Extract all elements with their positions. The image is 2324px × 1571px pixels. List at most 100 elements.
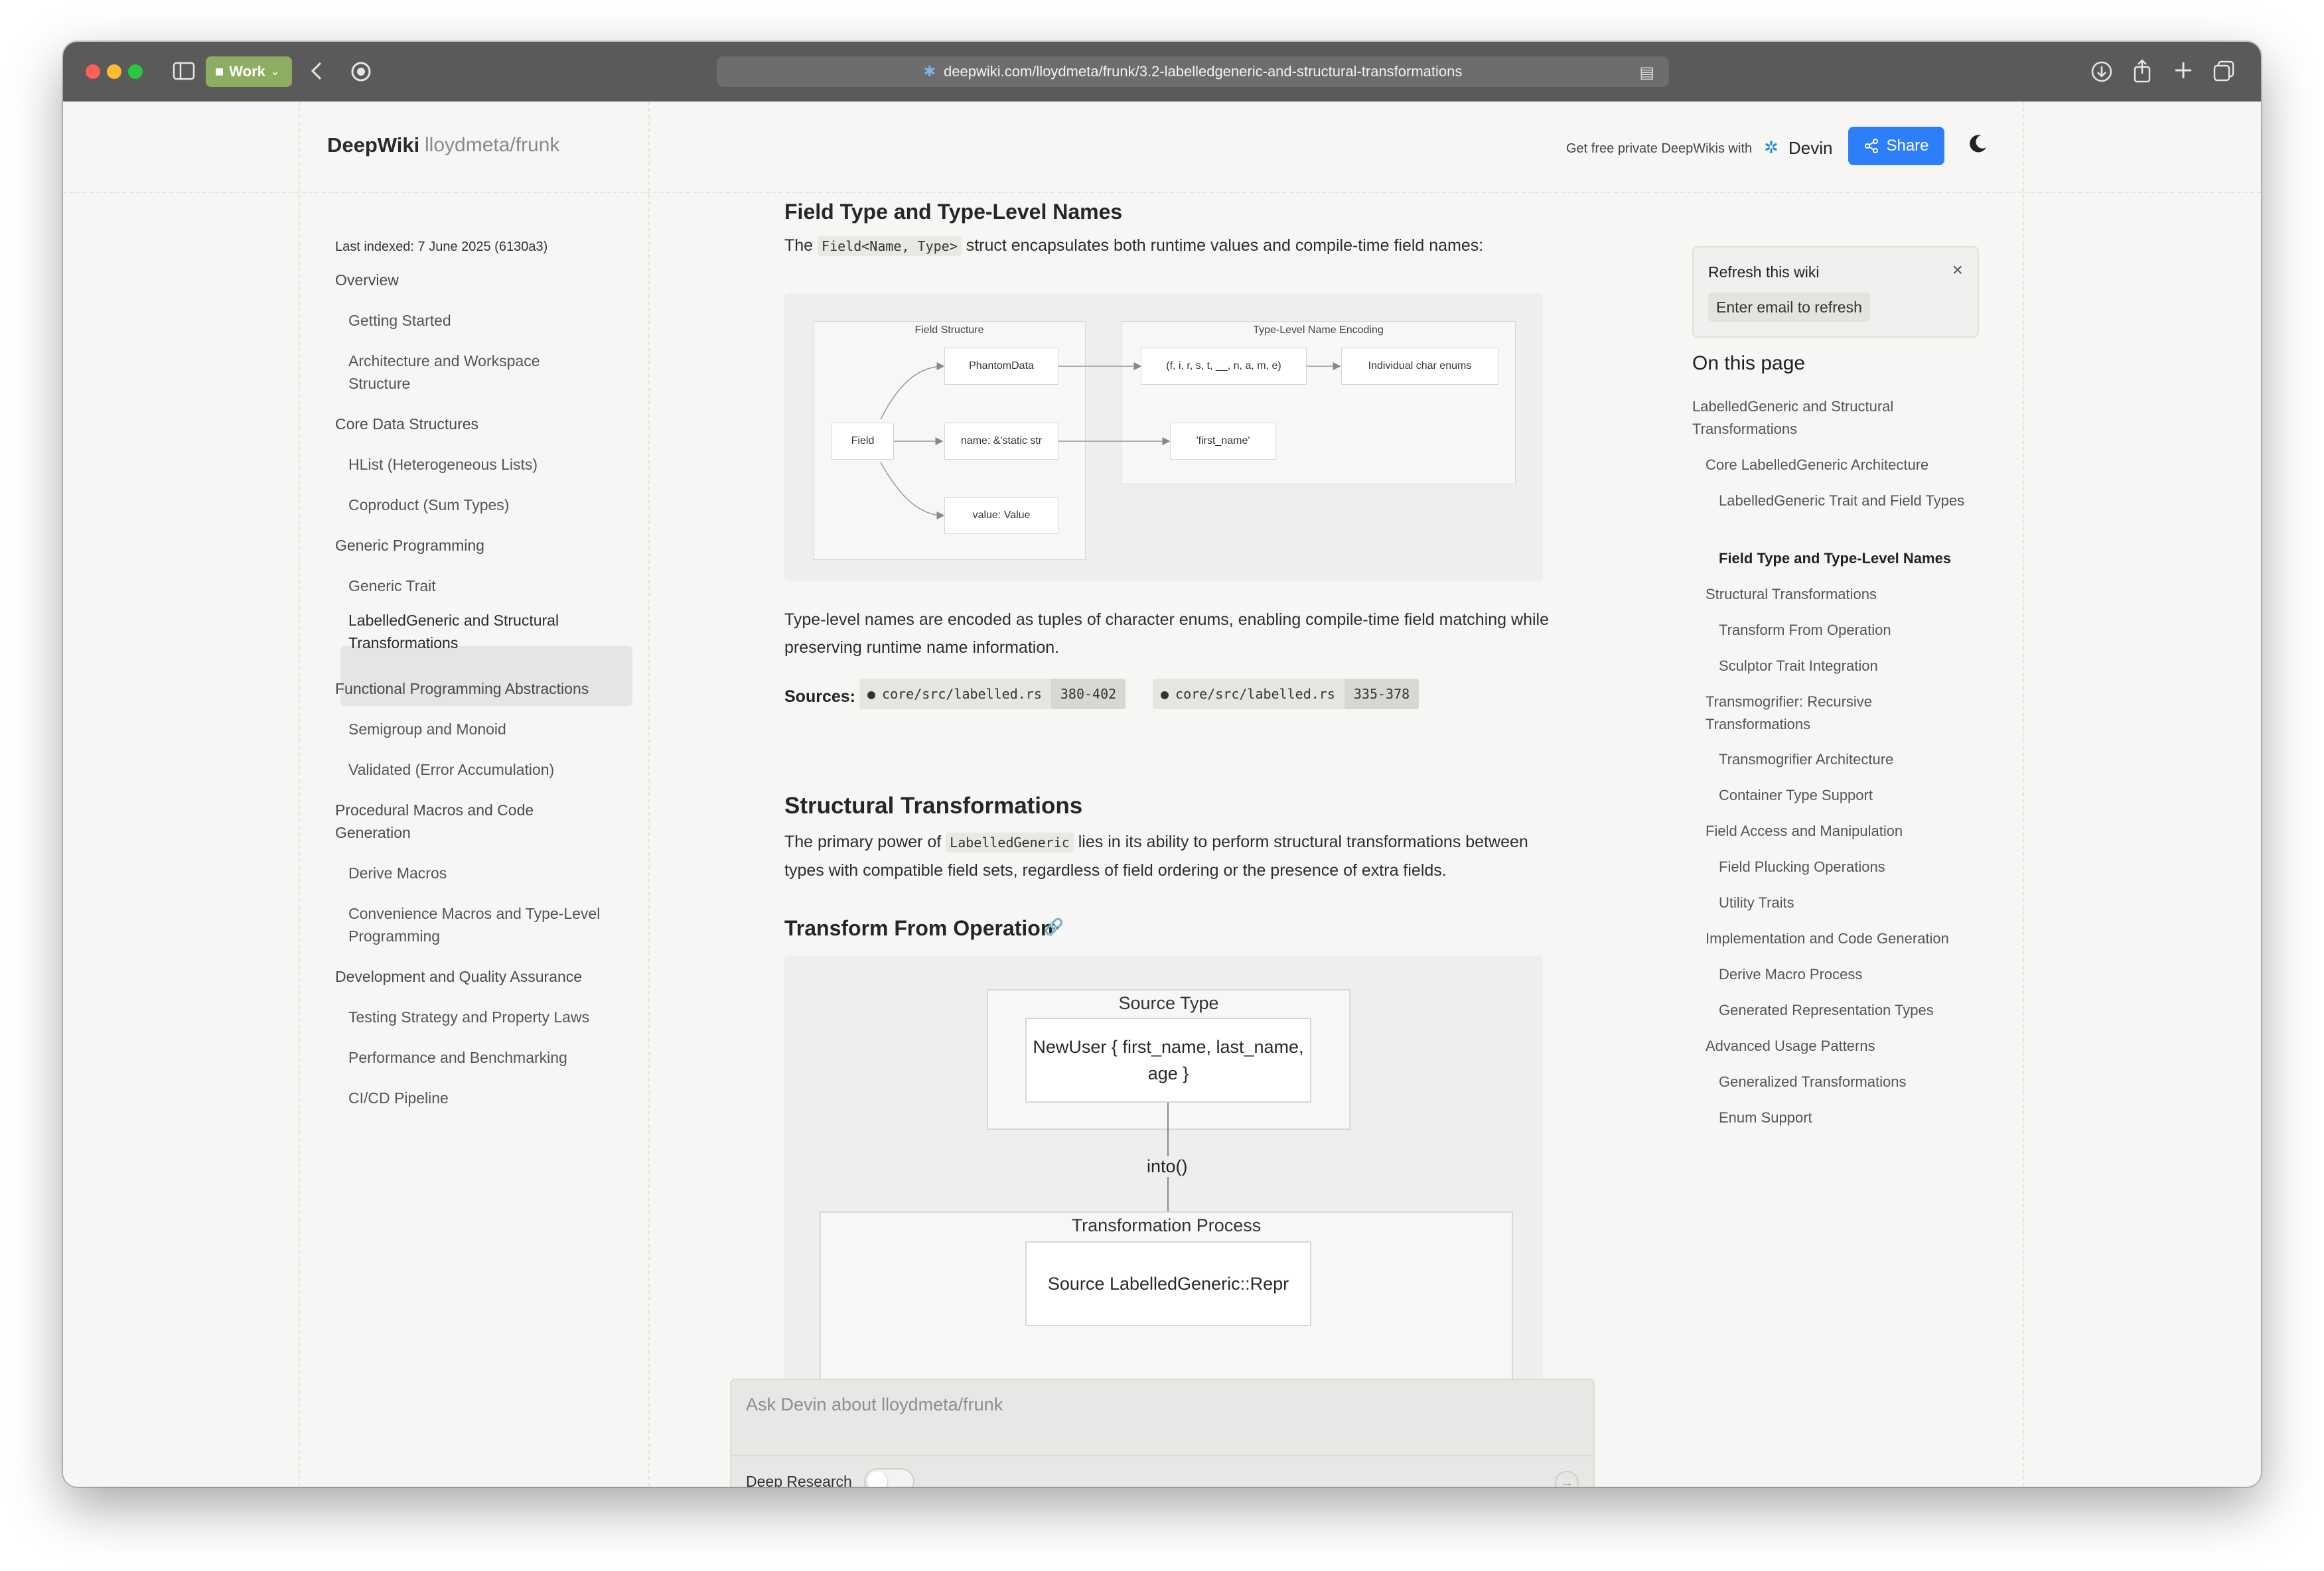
toc-item[interactable]: Transmogrifier: Recursive Transformation… <box>1706 691 1958 736</box>
node-char-tuple: (f, i, r, s, t, __, n, a, m, e) <box>1141 348 1307 385</box>
share-page-icon[interactable] <box>2132 59 2152 87</box>
toc-item[interactable]: Field Plucking Operations <box>1719 856 1885 878</box>
close-icon[interactable]: × <box>1952 259 1963 281</box>
type-level-names-paragraph: Type-level names are encoded as tuples o… <box>784 610 1549 657</box>
close-window-button[interactable] <box>86 64 100 79</box>
sidebar-item-performance[interactable]: Performance and Benchmarking <box>348 1046 567 1069</box>
toc-item[interactable]: Advanced Usage Patterns <box>1706 1035 1875 1058</box>
node-value: value: Value <box>944 497 1058 534</box>
toc-item[interactable]: Field Access and Manipulation <box>1706 820 1903 843</box>
zoom-window-button[interactable] <box>128 64 143 79</box>
layout-guide-mid <box>648 102 650 1487</box>
toc-item[interactable]: Enum Support <box>1719 1107 1812 1129</box>
toc-item[interactable]: Generalized Transformations <box>1719 1071 1906 1093</box>
last-indexed: Last indexed: 7 June 2025 (6130a3) <box>335 239 548 254</box>
repo-name[interactable]: lloydmeta/frunk <box>425 134 559 157</box>
sidebar-item-generic-trait[interactable]: Generic Trait <box>348 575 436 597</box>
share-label: Share <box>1886 137 1929 155</box>
section-heading-structural: Structural Transformations <box>784 793 1083 819</box>
share-button[interactable]: Share <box>1848 127 1944 165</box>
field-type-code: Field<Name, Type> <box>818 236 962 256</box>
download-icon[interactable] <box>2090 60 2113 87</box>
sidebar-item-generic-programming[interactable]: Generic Programming <box>335 534 484 557</box>
sidebar-item-overview[interactable]: Overview <box>335 269 399 291</box>
source-lines: 335-378 <box>1344 679 1419 709</box>
toc-item[interactable]: Implementation and Code Generation <box>1706 927 1949 950</box>
share-icon <box>1865 139 1879 153</box>
toc-item[interactable]: LabelledGeneric Trait and Field Types <box>1719 490 1971 512</box>
sidebar-item-hlist[interactable]: HList (Heterogeneous Lists) <box>348 453 538 476</box>
source-link[interactable]: ● core/src/labelled.rs 335-378 <box>1153 679 1419 709</box>
sidebar-item-getting-started[interactable]: Getting Started <box>348 309 451 332</box>
toc-title: On this page <box>1692 352 1806 374</box>
layout-guide-right <box>2023 102 2024 1487</box>
sidebar-item-labelledgeneric[interactable]: LabelledGeneric and Structural Transform… <box>348 609 614 654</box>
deep-research-label: Deep Research <box>746 1473 852 1487</box>
toc-item[interactable]: Derive Macro Process <box>1719 963 1862 986</box>
node-phantomdata: PhantomData <box>944 348 1058 385</box>
sidebar-item-architecture[interactable]: Architecture and Workspace Structure <box>348 350 601 395</box>
node-field: Field <box>832 423 894 460</box>
structural-paragraph: The primary power of LabelledGeneric lie… <box>784 828 1554 884</box>
sidebar-item-core-data-structures[interactable]: Core Data Structures <box>335 413 478 435</box>
layout-guide-left <box>299 102 300 1487</box>
ask-divider <box>731 1455 1593 1456</box>
node-name: name: &'static str <box>944 423 1058 460</box>
github-icon: ● <box>867 686 876 702</box>
sidebar-item-derive-macros[interactable]: Derive Macros <box>348 862 447 884</box>
new-tab-icon[interactable] <box>2173 60 2193 84</box>
structural-pre: The primary power of <box>784 833 942 851</box>
sidebar-item-coproduct[interactable]: Coproduct (Sum Types) <box>348 494 509 516</box>
brand-link[interactable]: DeepWiki <box>327 133 419 157</box>
sidebar-item-procedural-macros[interactable]: Procedural Macros and Code Generation <box>335 799 587 844</box>
profile-pill[interactable]: ■ Work ⌄ <box>206 56 292 87</box>
sidebar-item-testing-strategy[interactable]: Testing Strategy and Property Laws <box>348 1006 589 1028</box>
sidebar-item-semigroup[interactable]: Semigroup and Monoid <box>348 718 506 740</box>
briefcase-icon: ■ <box>215 63 224 80</box>
sidebar-item-convenience-macros[interactable]: Convenience Macros and Type-Level Progra… <box>348 902 627 947</box>
toc-item-active[interactable]: Field Type and Type-Level Names <box>1719 547 1951 570</box>
toc-item[interactable]: LabelledGeneric and Structural Transform… <box>1692 395 1971 441</box>
sidebar-toggle-icon[interactable] <box>173 62 195 84</box>
address-bar[interactable]: ✱ deepwiki.com/lloydmeta/frunk/3.2-label… <box>717 56 1669 87</box>
sidebar-item-cicd[interactable]: CI/CD Pipeline <box>348 1087 449 1109</box>
toc-item[interactable]: Structural Transformations <box>1706 583 1877 606</box>
sources-label: Sources: <box>784 687 855 706</box>
promo-text: Get free private DeepWikis with <box>1566 141 1753 156</box>
toc-item[interactable]: Transform From Operation <box>1719 619 1891 642</box>
sidebar-item-development-qa[interactable]: Development and Quality Assurance <box>335 965 582 988</box>
devin-link[interactable]: Devin <box>1788 138 1832 159</box>
field-intro-paragraph: The Field<Name, Type> struct encapsulate… <box>784 232 1581 260</box>
ask-devin-input[interactable]: Ask Devin about lloydmeta/frunk <box>746 1395 1003 1415</box>
profile-label: Work <box>229 63 265 80</box>
dark-mode-toggle-icon[interactable] <box>1968 133 1989 160</box>
back-icon[interactable] <box>310 60 323 86</box>
toc-item[interactable]: Transmogrifier Architecture <box>1719 748 1893 771</box>
transformation-process-label: Transformation Process <box>1071 1215 1262 1235</box>
toc-item[interactable]: Sculptor Trait Integration <box>1719 655 1878 677</box>
sidebar-item-validated[interactable]: Validated (Error Accumulation) <box>348 758 554 781</box>
ask-devin-box: Ask Devin about lloydmeta/frunk Deep Res… <box>730 1379 1595 1487</box>
source-file: core/src/labelled.rs <box>882 686 1042 702</box>
minimize-window-button[interactable] <box>107 64 121 79</box>
node-source-repr: Source LabelledGeneric::Repr <box>1025 1241 1311 1326</box>
send-arrow-icon[interactable]: → <box>1555 1471 1579 1487</box>
privacy-report-icon[interactable] <box>350 60 372 87</box>
anchor-link-icon[interactable]: 🔗 <box>1044 918 1064 937</box>
edge-into-label: into() <box>1147 1156 1188 1177</box>
intro-pre: The <box>784 236 814 255</box>
devin-logo-icon: ✲ <box>1764 137 1779 157</box>
enter-email-button[interactable]: Enter email to refresh <box>1708 293 1870 322</box>
toc-item[interactable]: Core LabelledGeneric Architecture <box>1706 454 1928 476</box>
toc-item[interactable]: Utility Traits <box>1719 892 1794 914</box>
tab-overview-icon[interactable] <box>2213 60 2234 86</box>
deep-research-toggle[interactable] <box>864 1468 914 1487</box>
sidebar-item-functional-programming[interactable]: Functional Programming Abstractions <box>335 677 589 700</box>
node-first-name: 'first_name' <box>1170 423 1276 460</box>
toc-item[interactable]: Generated Representation Types <box>1719 999 1934 1022</box>
toc-item[interactable]: Container Type Support <box>1719 784 1873 807</box>
source-link[interactable]: ● core/src/labelled.rs 380-402 <box>859 679 1126 709</box>
section-heading-transform-from: Transform From Operation <box>784 916 1054 940</box>
reader-mode-icon[interactable]: ▤ <box>1639 63 1654 82</box>
field-structure-diagram: Field Structure Type-Level Name Encoding… <box>784 293 1543 581</box>
